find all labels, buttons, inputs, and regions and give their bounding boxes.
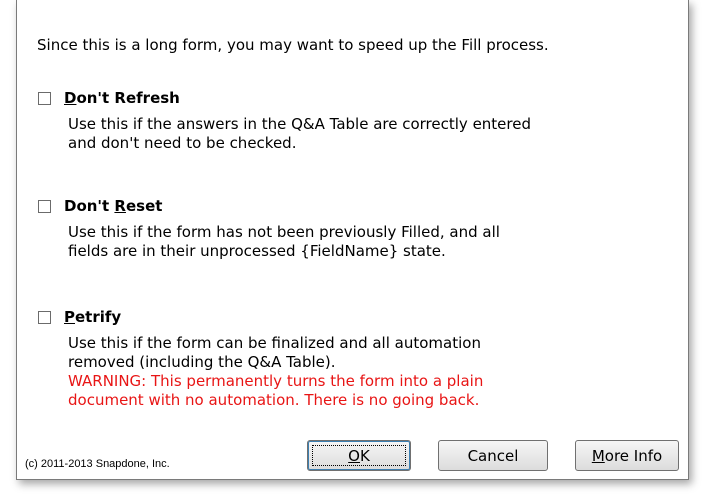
dont-refresh-label[interactable]: Don't Refresh (64, 89, 180, 107)
intro-text: Since this is a long form, you may want … (37, 36, 549, 54)
copyright-text: (c) 2011-2013 Snapdone, Inc. (25, 458, 170, 470)
dont-refresh-checkbox[interactable] (38, 91, 51, 105)
option-dont-refresh: Don't Refresh Use this if the answers in… (38, 88, 678, 153)
dont-reset-checkbox[interactable] (38, 199, 51, 213)
petrify-row[interactable]: Petrify (38, 307, 678, 327)
dont-reset-label[interactable]: Don't Reset (64, 197, 162, 215)
fill-options-dialog: Since this is a long form, you may want … (16, 0, 689, 480)
petrify-warning: WARNING: This permanently turns the form… (68, 372, 484, 409)
focus-rectangle (312, 445, 406, 466)
dont-refresh-description: Use this if the answers in the Q&A Table… (68, 115, 532, 152)
dont-reset-row[interactable]: Don't Reset (38, 196, 678, 216)
petrify-checkbox[interactable] (38, 310, 51, 324)
option-petrify: Petrify Use this if the form can be fina… (38, 307, 678, 410)
dont-refresh-row[interactable]: Don't Refresh (38, 88, 678, 108)
option-dont-reset: Don't Reset Use this if the form has not… (38, 196, 678, 261)
cancel-button-label: Cancel (467, 446, 519, 465)
more-info-button-label: More Info (591, 446, 663, 465)
petrify-label[interactable]: Petrify (64, 308, 121, 326)
cancel-button[interactable]: Cancel (438, 440, 548, 471)
ok-button[interactable]: OK (307, 440, 411, 471)
petrify-description: Use this if the form can be finalized an… (68, 334, 678, 410)
more-info-button[interactable]: More Info (575, 440, 679, 471)
dont-reset-description: Use this if the form has not been previo… (68, 223, 500, 260)
